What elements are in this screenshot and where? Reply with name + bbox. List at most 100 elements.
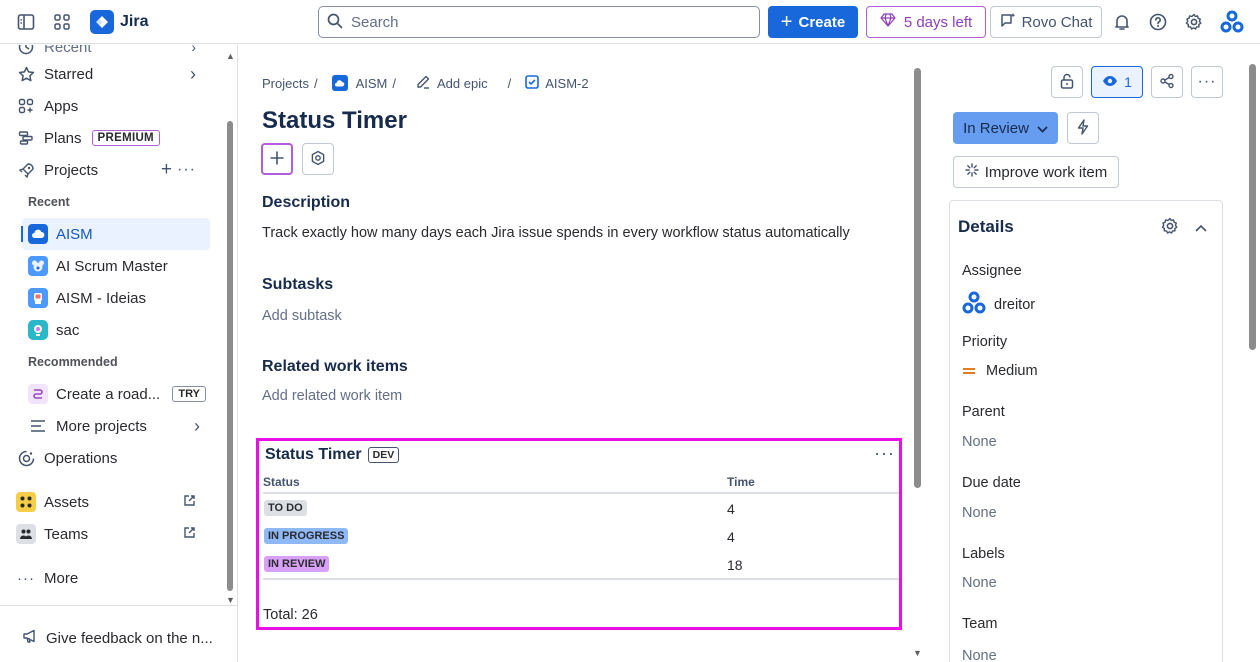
breadcrumb: Projects / AISM / Add epic / AISM-2 <box>262 74 589 92</box>
sidebar-item-more[interactable]: ··· More <box>12 564 210 592</box>
list-icon <box>28 416 48 436</box>
breadcrumb-project[interactable]: AISM <box>356 76 388 91</box>
scroll-up-arrow-icon[interactable]: ▲ <box>226 51 235 61</box>
external-link-icon <box>183 494 196 510</box>
sidebar-item-label: Operations <box>44 449 118 467</box>
sparkle-icon <box>965 163 979 181</box>
sidebar-item-label: More <box>44 569 79 587</box>
search-bar[interactable] <box>318 6 760 38</box>
sidebar-footer: Give feedback on the n... <box>0 605 237 662</box>
sidebar-item-apps[interactable]: Apps <box>12 92 210 120</box>
add-epic-link[interactable]: Add epic <box>437 76 488 91</box>
scroll-down-arrow-icon[interactable]: ▼ <box>226 595 235 605</box>
scroll-down-arrow-icon[interactable]: ▼ <box>913 648 922 658</box>
status-dropdown[interactable]: In Review <box>953 112 1058 144</box>
add-project-icon[interactable]: + <box>161 159 172 181</box>
assets-icon <box>16 492 36 512</box>
sidebar-item-plans[interactable]: Plans PREMIUM <box>12 124 210 152</box>
sidebar-scrollbar-thumb[interactable] <box>227 121 233 591</box>
add-button[interactable] <box>261 143 293 175</box>
team-label: Team <box>962 616 998 632</box>
rocket-icon <box>16 160 36 180</box>
project-name: AISM - Ideias <box>56 289 147 307</box>
sidebar-item-assets[interactable]: Assets <box>12 488 210 516</box>
apps-settings-button[interactable] <box>302 143 334 175</box>
chevron-up-icon[interactable] <box>1195 219 1207 235</box>
koala-project-icon <box>28 256 48 276</box>
create-label: Create <box>798 13 846 31</box>
give-feedback-link[interactable]: Give feedback on the n... <box>22 628 213 648</box>
automation-button[interactable] <box>1067 112 1099 144</box>
sidebar-toggle-icon[interactable] <box>14 10 38 34</box>
issue-title[interactable]: Status Timer <box>262 107 407 135</box>
details-settings-gear-icon[interactable] <box>1161 217 1179 238</box>
add-related-work-item-link[interactable]: Add related work item <box>262 388 402 404</box>
improve-work-item-button[interactable]: Improve work item <box>953 156 1119 188</box>
team-value[interactable]: None <box>962 648 997 662</box>
app-name[interactable]: Jira <box>120 13 148 31</box>
more-actions-button[interactable]: ··· <box>1191 66 1223 98</box>
sidebar-project-aism-ideias[interactable]: AISM - Ideias <box>22 282 210 314</box>
add-subtask-link[interactable]: Add subtask <box>262 308 342 324</box>
sidebar-item-projects[interactable]: Projects + ··· <box>12 156 210 184</box>
external-link-icon <box>183 526 196 542</box>
sidebar-item-recent[interactable]: Recent › <box>12 45 210 61</box>
issue-key-link[interactable]: AISM-2 <box>545 76 588 91</box>
app-switcher-icon[interactable] <box>50 10 74 34</box>
assignee-field[interactable]: dreitor <box>962 291 1035 318</box>
lock-button[interactable] <box>1051 66 1083 98</box>
share-button[interactable] <box>1151 66 1183 98</box>
breadcrumb-separator: / <box>313 75 318 91</box>
settings-gear-icon[interactable] <box>1182 10 1206 34</box>
chevron-right-icon: › <box>194 415 200 436</box>
dev-badge: DEV <box>367 447 400 463</box>
improve-label: Improve work item <box>984 163 1108 181</box>
sidebar-item-operations[interactable]: Operations <box>12 444 210 472</box>
more-options-icon[interactable]: ··· <box>177 161 196 179</box>
diamond-icon <box>880 13 896 31</box>
parent-label: Parent <box>962 404 1005 420</box>
sidebar-item-label: Plans <box>44 129 82 147</box>
sidebar-more-projects[interactable]: More projects › <box>22 410 210 442</box>
more-dots-icon: ··· <box>1197 73 1217 90</box>
total-days: Total: 26 <box>263 607 318 623</box>
watch-button[interactable]: 1 <box>1091 66 1143 98</box>
recent-header: Recent <box>28 195 70 209</box>
details-scrollbar[interactable] <box>1248 64 1258 662</box>
description-text[interactable]: Track exactly how many days each Jira is… <box>262 225 850 241</box>
search-input[interactable] <box>351 13 731 31</box>
project-name: AI Scrum Master <box>56 257 168 275</box>
priority-field[interactable]: Medium <box>962 363 1038 379</box>
jira-logo-icon[interactable] <box>90 10 114 34</box>
parent-value[interactable]: None <box>962 434 997 450</box>
apps-grid-icon <box>16 96 36 116</box>
column-header-time: Time <box>727 475 755 489</box>
due-date-label: Due date <box>962 475 1021 491</box>
help-icon[interactable] <box>1146 10 1170 34</box>
main-scrollbar-thumb[interactable] <box>914 68 921 488</box>
main-scrollbar[interactable]: ▼ <box>912 64 924 662</box>
status-lozenge-in-review: IN REVIEW <box>264 556 330 572</box>
details-scrollbar-thumb[interactable] <box>1249 64 1256 350</box>
trial-button[interactable]: 5 days left <box>866 6 986 38</box>
sidebar-create-roadmap[interactable]: Create a road... TRY <box>22 378 210 410</box>
rovo-chat-button[interactable]: Rovo Chat <box>990 6 1102 38</box>
notifications-icon[interactable] <box>1110 10 1134 34</box>
issue-details-panel: 1 ··· In Review Improve work item Detail… <box>924 45 1260 662</box>
breadcrumb-projects[interactable]: Projects <box>262 76 309 91</box>
status-timer-panel: Status Timer DEV ··· Status Time TO DO 4… <box>256 438 902 630</box>
more-options-icon[interactable]: ··· <box>874 443 895 464</box>
details-heading[interactable]: Details <box>958 217 1014 237</box>
labels-value[interactable]: None <box>962 575 997 591</box>
labels-label: Labels <box>962 546 1005 562</box>
sidebar-project-sac[interactable]: sac <box>22 314 210 346</box>
sidebar-item-label: Starred <box>44 65 94 83</box>
sidebar-item-starred[interactable]: Starred › <box>12 60 210 88</box>
sidebar-scrollbar[interactable]: ▲ ▼ <box>225 49 235 609</box>
profile-avatar-icon[interactable] <box>1220 10 1244 34</box>
sidebar-project-ai-scrum-master[interactable]: AI Scrum Master <box>22 250 210 282</box>
sidebar-item-teams[interactable]: Teams <box>12 520 210 548</box>
due-date-value[interactable]: None <box>962 505 997 521</box>
sidebar-project-aism[interactable]: AISM <box>21 218 210 250</box>
create-button[interactable]: + Create <box>768 6 858 38</box>
